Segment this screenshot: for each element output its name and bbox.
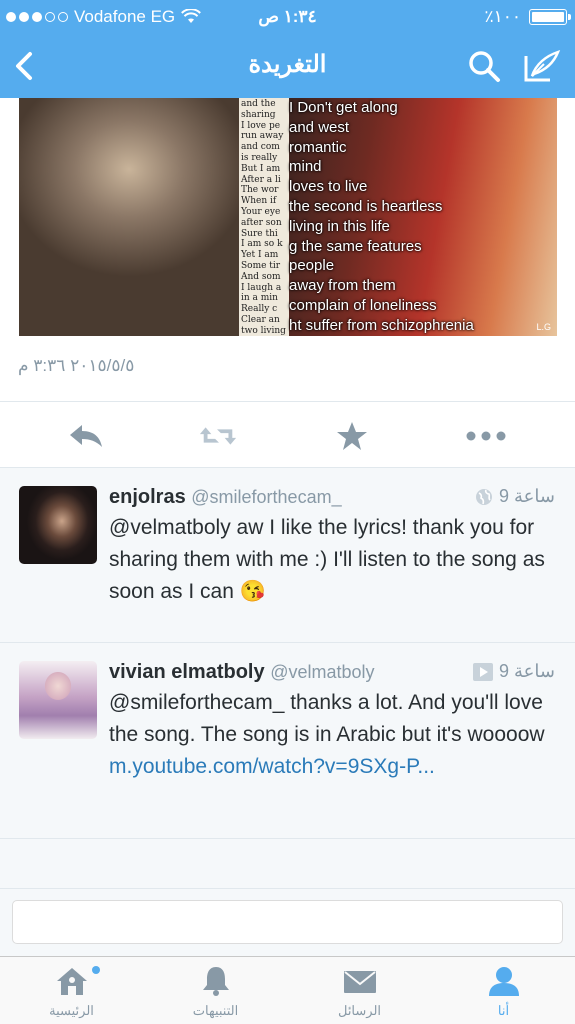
overlay-lyrics-line: people: [289, 257, 335, 275]
lyrics-line: The wor: [241, 185, 279, 196]
globe-icon: [476, 488, 493, 505]
tweet-text: @velmatboly aw I like the lyrics! thank …: [109, 516, 545, 603]
tab-me[interactable]: أنا: [432, 957, 575, 1024]
tweet-text-body: @smileforthecam_ thanks a lot. And you'l…: [109, 691, 545, 746]
tab-label: الرسائل: [337, 1003, 382, 1018]
replies-list: enjolras @smileforthecam_ 9 ساعة @velmat…: [0, 468, 575, 888]
lyrics-line: Clear an: [241, 314, 280, 325]
lyrics-line: After a li: [241, 174, 281, 185]
avatar[interactable]: [19, 661, 97, 739]
overlay-lyrics-line: ht suffer from schizophrenia: [289, 316, 474, 334]
more-button[interactable]: [466, 419, 506, 453]
tweet-link[interactable]: m.youtube.com/watch?v=9SXg-P...: [109, 755, 435, 778]
lyrics-line: in a min: [241, 293, 278, 304]
lyrics-line: after son: [241, 217, 282, 228]
tab-notifications[interactable]: التنبيهات: [144, 957, 287, 1024]
lyrics-line: When if: [241, 196, 277, 207]
lyrics-line: run away: [241, 131, 284, 142]
top-bar: Vodafone EG ١:٣٤ ص ٪١٠٠ التغريدة: [0, 0, 575, 98]
lyrics-line: I am so k: [241, 239, 283, 250]
lyrics-line: But I am: [241, 163, 281, 174]
video-icon: [473, 662, 494, 681]
reply-button[interactable]: [66, 419, 106, 453]
tweet-text: @smileforthecam_ thanks a lot. And you'l…: [109, 687, 559, 783]
lyrics-overlay: I Don't get along and west romantic mind lov…: [289, 98, 557, 336]
display-name: vivian elmatboly: [109, 661, 265, 683]
display-name: enjolras: [109, 486, 186, 508]
tweet-timestamp: ٢٠١٥/٥/٥ ٣:٣٦ م: [18, 356, 135, 375]
overlay-lyrics-line: g the same features: [289, 237, 422, 255]
lyrics-line: Your eye: [241, 206, 281, 217]
portrait-panel: [19, 98, 239, 336]
divider: [0, 838, 575, 839]
username: @smileforthecam_: [191, 487, 342, 507]
overlay-lyrics-line: living in this life: [289, 217, 390, 235]
overlay-lyrics-line: away from them: [289, 277, 396, 295]
lyrics-line: Really c: [241, 304, 278, 315]
tweet-meta: 9 ساعة: [473, 661, 555, 682]
lyrics-line: Some tir: [241, 260, 281, 271]
home-icon: [56, 968, 87, 995]
reply-input[interactable]: [12, 900, 563, 944]
tweet-time: 9 ساعة: [499, 661, 555, 681]
tweet-meta: 9 ساعة: [475, 486, 555, 507]
tab-label: أنا: [497, 1003, 510, 1018]
lyrics-line: sharing: [241, 109, 276, 120]
lyrics-line: and the: [241, 99, 276, 109]
overlay-lyrics-line: the second is heartless: [289, 197, 443, 215]
username: @velmatboly: [270, 662, 375, 682]
reply-tweet[interactable]: vivian elmatboly @velmatboly 9 ساعة @smi…: [0, 643, 575, 838]
tweet-image[interactable]: and the sharing I love pe run away and com is…: [19, 98, 557, 336]
overlay-lyrics-line: and west: [289, 118, 350, 136]
notification-dot: [92, 966, 100, 974]
overlay-lyrics-line: complain of loneliness: [289, 296, 437, 314]
lyrics-line: I love pe: [241, 120, 281, 131]
tab-label: التنبيهات: [192, 1003, 239, 1018]
author-name[interactable]: vivian elmatboly @velmatboly: [109, 661, 375, 684]
lyrics-page-panel: and the sharing I love pe run away and com is…: [239, 98, 289, 336]
bell-icon: [202, 967, 229, 996]
author-name[interactable]: enjolras @smileforthecam_: [109, 486, 342, 509]
reply-icon: [70, 425, 102, 447]
search-icon[interactable]: [466, 48, 502, 84]
compose-icon[interactable]: [522, 48, 562, 84]
overlay-lyrics-line: mind: [289, 158, 322, 176]
retweet-icon: [199, 427, 237, 445]
tab-messages[interactable]: الرسائل: [288, 957, 431, 1024]
reply-tweet[interactable]: enjolras @smileforthecam_ 9 ساعة @velmat…: [0, 468, 575, 643]
battery-icon: [529, 9, 571, 25]
lyrics-line: I laugh a: [241, 282, 282, 293]
lyrics-line: And som: [241, 271, 281, 282]
image-signature: L.G: [536, 322, 551, 332]
lyrics-line: Yet I am: [241, 250, 279, 261]
star-icon: [337, 422, 367, 450]
status-bar: Vodafone EG ١:٣٤ ص ٪١٠٠: [0, 0, 575, 34]
tweet-actions: [0, 402, 575, 468]
favorite-button[interactable]: [332, 419, 372, 453]
lyrics-line: is really: [241, 152, 278, 163]
divider: [0, 888, 575, 889]
envelope-icon: [343, 971, 376, 993]
more-dots-icon: [466, 431, 506, 441]
overlay-lyrics-line: romantic: [289, 138, 347, 156]
lyrics-line: and com: [241, 142, 280, 153]
reply-compose-bar: [0, 888, 575, 956]
battery-percent: ٪١٠٠: [484, 7, 521, 26]
tweet-time: 9 ساعة: [499, 486, 555, 506]
person-icon: [488, 967, 519, 996]
lyrics-line: Sure thi: [241, 228, 278, 239]
lyrics-line: two living: [241, 325, 286, 336]
battery-group: ٪١٠٠: [484, 7, 571, 27]
navigation-bar: التغريدة: [0, 34, 575, 98]
overlay-lyrics-line: I Don't get along: [289, 99, 398, 116]
tab-label: الرئيسية: [49, 1003, 94, 1018]
tab-home[interactable]: الرئيسية: [0, 957, 143, 1024]
overlay-lyrics-line: loves to live: [289, 178, 368, 196]
avatar[interactable]: [19, 486, 97, 564]
tab-bar: الرئيسية التنبيهات الرسائل أنا: [0, 956, 575, 1024]
retweet-button[interactable]: [198, 419, 238, 453]
